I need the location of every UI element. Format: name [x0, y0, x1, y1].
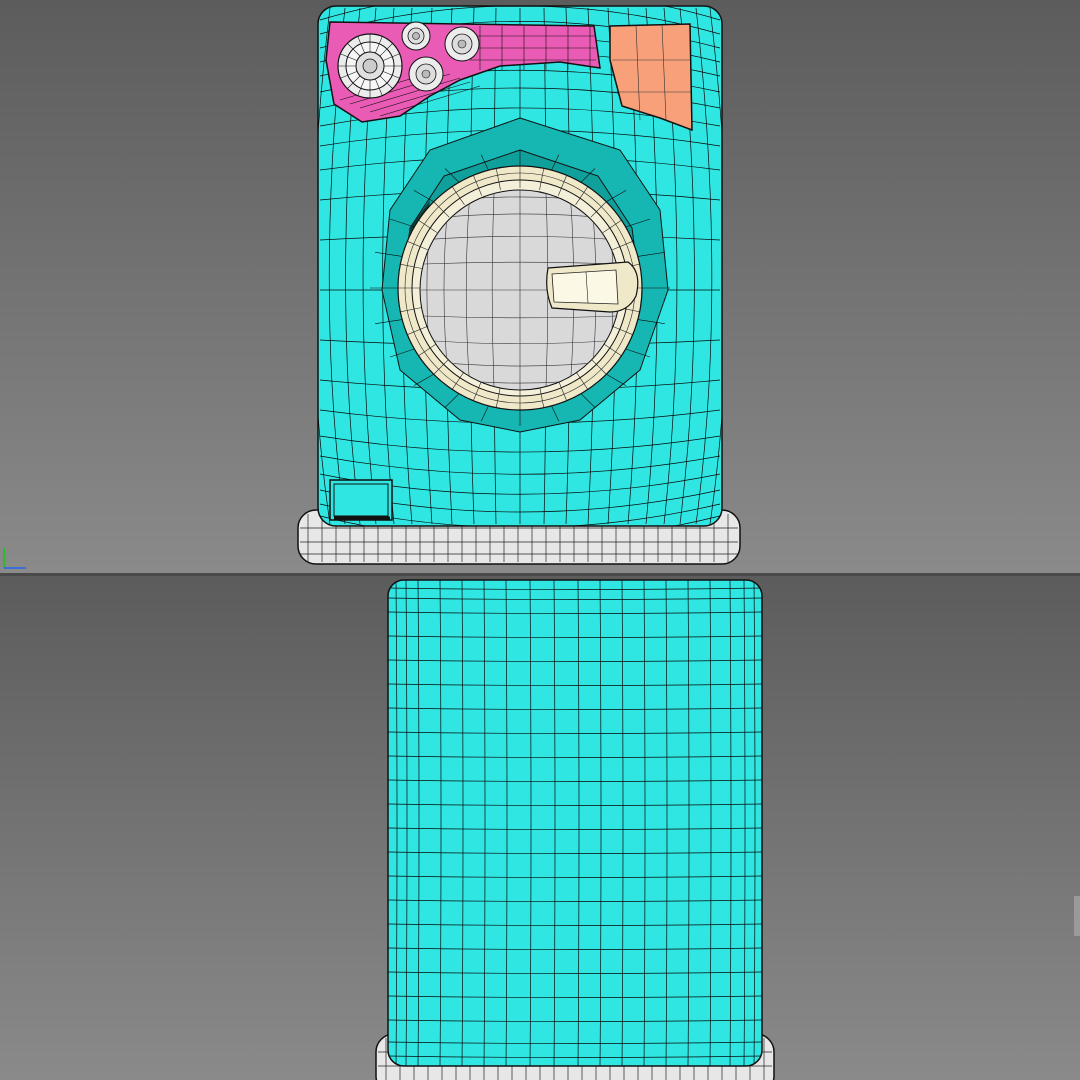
viewport-scroll-handle[interactable]	[1074, 896, 1080, 936]
front-view-canvas[interactable]	[0, 0, 1080, 573]
small-knob-2[interactable]	[444, 26, 480, 62]
small-knob-1[interactable]	[401, 21, 431, 51]
side-viewport[interactable]	[0, 576, 1080, 1080]
small-knob-3[interactable]	[408, 56, 444, 92]
main-dial-knob[interactable]	[337, 33, 403, 99]
side-view-canvas[interactable]	[0, 576, 1080, 1080]
front-viewport[interactable]	[0, 0, 1080, 573]
door-handle[interactable]	[546, 261, 639, 313]
side-panel	[387, 579, 763, 1067]
filter-hatch[interactable]	[329, 479, 393, 521]
